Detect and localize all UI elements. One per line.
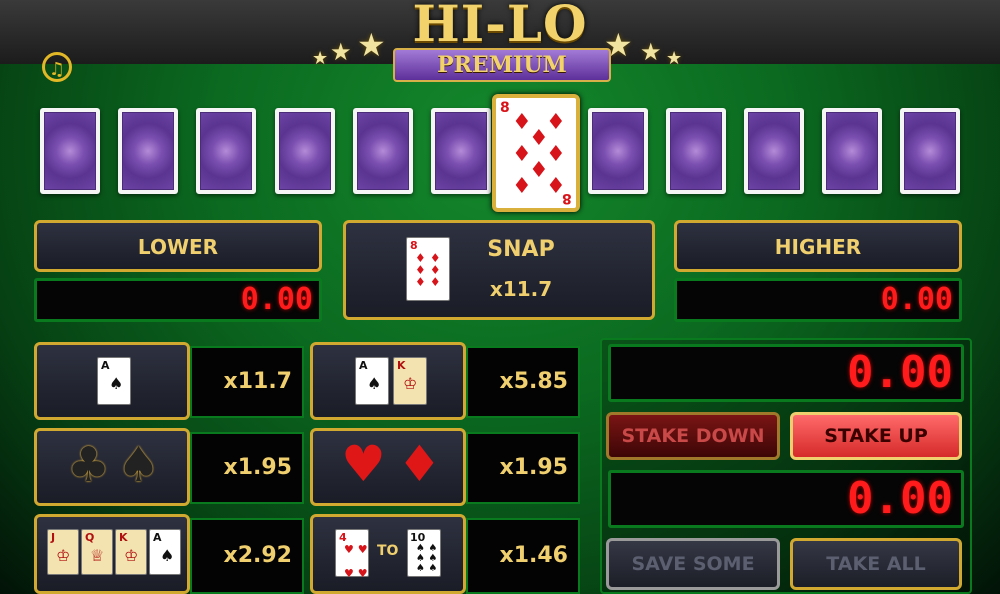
range-bet[interactable]: 4 ♥ ♥ ♥ ♥ TO 10 ♠ ♠ ♠ ♠ ♠ ♠ [310, 514, 466, 594]
card-back [900, 108, 960, 194]
snap-card-icon: 8 ♦ ♦ ♦ ♦ ♦ ♦ [406, 237, 450, 301]
diamond-icon: ♦ [397, 435, 442, 493]
take-all-button[interactable]: TAKE ALL [790, 538, 962, 590]
card-back [431, 108, 491, 194]
card-back [196, 108, 256, 194]
single-card-multiplier: x11.7 [190, 346, 304, 418]
diamond-icon: ♦ [512, 174, 532, 199]
higher-label: HIGHER [774, 235, 862, 259]
snap-button[interactable]: 8 ♦ ♦ ♦ ♦ ♦ ♦ SNAP x11.7 [343, 220, 655, 320]
lower-label: LOWER [137, 235, 219, 259]
diamond-icon: ♦ [546, 174, 566, 199]
stake-down-button[interactable]: STAKE DOWN [606, 412, 780, 460]
diamond-icon: ♦ [546, 110, 566, 135]
red-bet[interactable]: ♥ ♦ [310, 428, 466, 506]
single-card-bet[interactable]: A ♠ [34, 342, 190, 420]
save-some-button[interactable]: SAVE SOME [606, 538, 780, 590]
card-back [666, 108, 726, 194]
two-cards-bet[interactable]: A ♠ K ♔ [310, 342, 466, 420]
two-cards-multiplier: x5.85 [466, 346, 580, 418]
ace-spades-icon: A ♠ [355, 357, 389, 405]
logo-title: HI-LO [412, 0, 588, 53]
logo-subtitle: PREMIUM [393, 48, 611, 82]
black-bet[interactable]: ♣ ♠ [34, 428, 190, 506]
queen-icon: Q ♕ [81, 529, 113, 575]
four-hearts-icon: 4 ♥ ♥ ♥ ♥ [335, 529, 369, 580]
stake-up-label: STAKE UP [824, 425, 928, 447]
black-multiplier: x1.95 [190, 432, 304, 504]
king-icon: K ♔ [393, 357, 427, 405]
card-rank: 8 [500, 100, 510, 116]
ace-spades-icon: A ♠ [149, 529, 181, 575]
ace-spades-icon: A ♠ [97, 357, 131, 405]
picture-multiplier: x2.92 [190, 518, 304, 594]
current-card: 8 8 ♦ ♦ ♦ ♦ ♦ ♦ ♦ ♦ [492, 94, 580, 212]
take-all-label: TAKE ALL [826, 553, 926, 575]
card-back [40, 108, 100, 194]
card-back [588, 108, 648, 194]
card-back [744, 108, 804, 194]
card-back [822, 108, 882, 194]
snap-multiplier: x11.7 [489, 277, 553, 301]
spade-icon: ♠ [117, 437, 161, 493]
jack-icon: J ♔ [47, 529, 79, 575]
stake-up-button[interactable]: STAKE UP [790, 412, 962, 460]
diamond-icon: ♦ [546, 142, 566, 167]
ten-spades-icon: 10 ♠ ♠ ♠ ♠ ♠ ♠ [407, 529, 441, 577]
stake-display: 0.00 [608, 344, 964, 402]
stake-down-label: STAKE DOWN [621, 425, 765, 447]
range-to-label: TO [377, 543, 399, 559]
higher-amount: 0.00 [674, 278, 962, 322]
club-icon: ♣ [67, 437, 111, 493]
card-back [353, 108, 413, 194]
range-multiplier: x1.46 [466, 518, 580, 594]
heart-icon: ♥ [341, 435, 386, 493]
red-multiplier: x1.95 [466, 432, 580, 504]
higher-button[interactable]: HIGHER [674, 220, 962, 272]
king-icon: K ♔ [115, 529, 147, 575]
lower-amount: 0.00 [34, 278, 322, 322]
picture-bet[interactable]: J ♔ Q ♕ K ♔ A ♠ [34, 514, 190, 594]
save-some-label: SAVE SOME [631, 553, 755, 575]
lower-button[interactable]: LOWER [34, 220, 322, 272]
card-back [118, 108, 178, 194]
card-back [275, 108, 335, 194]
snap-label: SNAP [487, 237, 555, 262]
winnings-display: 0.00 [608, 470, 964, 528]
